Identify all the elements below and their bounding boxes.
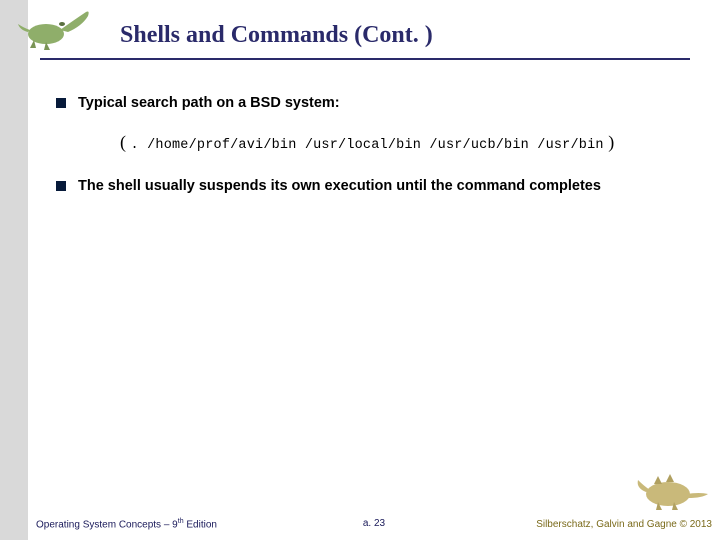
bullet-item: The shell usually suspends its own execu… (56, 177, 686, 197)
bullet-text: Typical search path on a BSD system: (78, 94, 340, 114)
title-underline (40, 58, 690, 60)
search-path-example: ( . /home/prof/avi/bin /usr/local/bin /u… (120, 132, 686, 153)
dinosaur-bottom-right-image (634, 468, 712, 512)
footer: Operating System Concepts – 9th Edition … (36, 518, 712, 530)
content-area: Typical search path on a BSD system: ( .… (56, 94, 686, 214)
left-sidebar (0, 0, 28, 540)
square-bullet-icon (56, 181, 66, 191)
close-paren: ) (604, 132, 615, 152)
path-mono: . /home/prof/avi/bin /usr/local/bin /usr… (131, 138, 604, 153)
footer-left: Operating System Concepts – 9th Edition (36, 518, 217, 530)
footer-right: Silberschatz, Galvin and Gagne © 2013 (536, 519, 712, 530)
footer-center: a. 23 (363, 518, 385, 529)
bullet-item: Typical search path on a BSD system: (56, 94, 686, 114)
square-bullet-icon (56, 98, 66, 108)
footer-left-prefix: Operating System Concepts – 9 (36, 519, 178, 530)
bullet-text: The shell usually suspends its own execu… (78, 177, 601, 197)
slide-title: Shells and Commands (Cont. ) (120, 22, 433, 49)
dinosaur-top-left-image (16, 2, 102, 50)
open-paren: ( (120, 132, 131, 152)
footer-left-suffix: Edition (184, 519, 217, 530)
